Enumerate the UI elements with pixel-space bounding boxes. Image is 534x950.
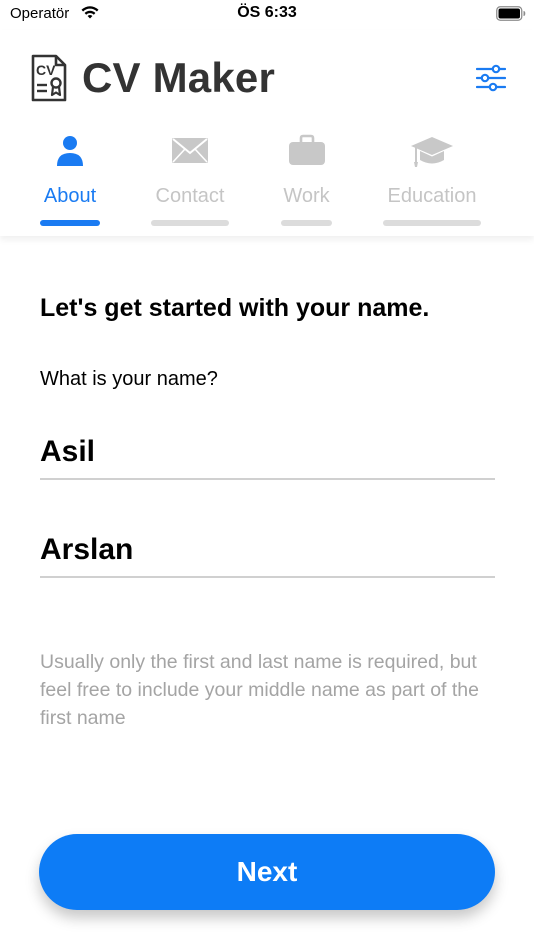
cv-document-icon: CV: [31, 54, 67, 102]
tab-contact-label: Contact: [155, 185, 225, 207]
tab-work-indicator: [281, 220, 332, 226]
graduation-cap-icon: [411, 137, 453, 167]
name-question: What is your name?: [40, 368, 218, 390]
tab-education[interactable]: Education: [383, 128, 481, 228]
tab-education-indicator: [383, 220, 481, 226]
form-heading: Let's get started with your name.: [40, 294, 430, 322]
app-header: CV CV Maker About Contact Work Education: [0, 30, 534, 236]
briefcase-icon: [288, 134, 325, 165]
name-hint: Usually only the first and last name is …: [40, 651, 479, 729]
tab-education-label: Education: [387, 185, 477, 207]
tab-about[interactable]: About: [40, 128, 100, 228]
status-time: ÖS 6:33: [237, 4, 297, 21]
tab-work[interactable]: Work: [281, 128, 332, 228]
battery-icon: [496, 6, 526, 21]
tab-work-label: Work: [283, 185, 330, 207]
status-bar: Operatör ÖS 6:33: [0, 0, 534, 30]
tab-about-label: About: [43, 185, 97, 207]
sliders-icon[interactable]: [476, 64, 506, 92]
person-icon: [57, 136, 83, 166]
envelope-icon: [172, 138, 208, 163]
next-button[interactable]: Next: [39, 834, 495, 910]
last-name-input[interactable]: [40, 530, 495, 578]
tab-about-indicator: [40, 220, 100, 226]
svg-text:CV: CV: [36, 62, 56, 78]
app-title: CV Maker: [82, 54, 276, 101]
section-tabs: About Contact Work Education: [0, 128, 534, 228]
first-name-input[interactable]: [40, 432, 495, 480]
tab-contact-indicator: [151, 220, 229, 226]
tab-contact[interactable]: Contact: [151, 128, 229, 228]
